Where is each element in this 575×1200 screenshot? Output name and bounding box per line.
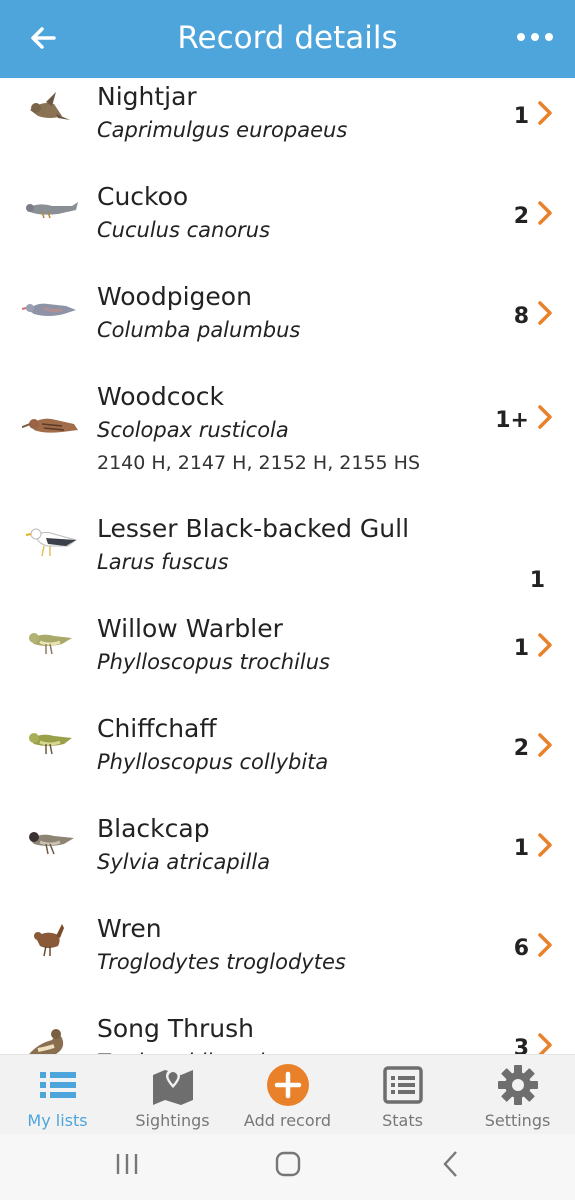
list-icon [39,1072,76,1098]
nav-sightings[interactable]: Sightings [115,1055,230,1135]
record-row[interactable]: Song ThrushTurdus philomelos3 [0,1010,575,1054]
chevron-right-icon[interactable] [537,404,553,430]
bird-thumbnail-icon [29,832,74,855]
species-name: Nightjar [97,82,197,111]
map-icon [152,1069,193,1105]
bottom-navigation: My lists Sightings Add record Stats Sett… [0,1054,575,1135]
scientific-name: Cuculus canorus [97,218,271,242]
bird-thumbnail-icon [30,92,70,120]
chevron-right-icon[interactable] [537,832,553,858]
species-name: Chiffchaff [97,714,217,743]
record-count: 2 [513,204,529,229]
species-name: Woodcock [97,382,224,411]
record-count: 2 [513,736,529,761]
chevron-right-icon[interactable] [537,300,553,326]
record-row[interactable]: Blackcap Sylvia atricapilla 1 [0,810,575,910]
nav-label: Stats [382,1111,423,1130]
scientific-name: Columba palumbus [97,318,301,342]
record-count: 1 [529,568,545,593]
bird-thumbnail-icon [22,418,78,433]
record-row[interactable]: Wren Troglodytes troglodytes 6 [0,910,575,1010]
record-row: Lesser Black-backed Gull Larus fuscus 1 [0,510,575,610]
bird-thumbnail-icon [25,528,78,557]
species-name: Willow Warbler [97,614,283,643]
more-options-icon[interactable] [513,22,557,52]
nav-add-record[interactable]: Add record [230,1055,345,1135]
bird-thumbnail-icon [29,733,72,755]
nav-label: Add record [243,1111,332,1130]
species-name: Blackcap [97,814,210,843]
scientific-name: Troglodytes troglodytes [97,950,346,974]
record-row[interactable]: Willow Warbler Phylloscopus trochilus 1 [0,610,575,710]
app-bar: Record details [0,0,575,78]
nav-my-lists[interactable]: My lists [0,1055,115,1135]
species-name: Woodpigeon [97,282,252,311]
nav-stats[interactable]: Stats [345,1055,460,1135]
bird-thumbnail-icon [22,303,76,316]
bird-thumbnail-icon [26,202,78,219]
record-count: 3 [513,1036,529,1054]
species-name: Lesser Black-backed Gull [97,514,410,543]
page-title: Record details [177,20,398,56]
record-row[interactable]: Nightjar Caprimulgus europaeus 1 [0,78,575,178]
nav-label: Sightings [135,1111,210,1130]
stats-icon [382,1066,423,1104]
system-back-icon[interactable] [438,1148,464,1180]
record-list: Nightjar Caprimulgus europaeus 1 Cuckoo Cucu… [0,78,575,1054]
species-name: Wren [97,914,162,943]
chevron-right-icon[interactable] [537,200,553,226]
record-row[interactable]: Cuckoo Cuculus canorus 2 [0,178,575,278]
scientific-name: Phylloscopus trochilus [97,650,330,674]
record-count: 6 [513,936,529,961]
species-name: Cuckoo [97,182,189,211]
nav-settings[interactable]: Settings [460,1055,575,1135]
record-count: 8 [513,304,529,329]
add-circle-icon [266,1064,309,1106]
scientific-name: Sylvia atricapilla [97,850,271,874]
recent-apps-icon[interactable] [112,1150,142,1178]
chevron-right-icon[interactable] [537,732,553,758]
record-row[interactable]: Woodcock Scolopax rusticola 2140 H, 2147 H… [0,378,575,510]
scientific-name: Caprimulgus europaeus [97,118,348,142]
bird-thumbnail-icon [29,633,72,655]
record-count: 1 [513,104,529,129]
chevron-right-icon[interactable] [537,932,553,958]
gear-icon [497,1065,538,1105]
scientific-name: Larus fuscus [97,550,229,574]
record-notes: 2140 H, 2147 H, 2152 H, 2155 HS [97,452,421,474]
scientific-name: Phylloscopus collybita [97,750,329,774]
scientific-name: Scolopax rusticola [97,418,289,442]
chevron-right-icon[interactable] [537,100,553,126]
record-count: 1 [513,836,529,861]
chevron-right-icon[interactable] [537,632,553,658]
bird-thumbnail-icon [34,924,64,957]
bird-thumbnail-icon [29,1029,64,1054]
home-icon[interactable] [272,1148,304,1180]
record-count: 1 [513,636,529,661]
record-count: 1+ [495,408,529,433]
species-name: Song Thrush [97,1014,254,1043]
record-row[interactable]: Woodpigeon Columba palumbus 8 [0,278,575,378]
record-row[interactable]: Chiffchaff Phylloscopus collybita 2 [0,710,575,810]
system-navigation-bar [0,1134,575,1200]
chevron-right-icon[interactable] [537,1032,553,1054]
nav-label: Settings [484,1111,551,1130]
nav-label: My lists [27,1111,88,1130]
